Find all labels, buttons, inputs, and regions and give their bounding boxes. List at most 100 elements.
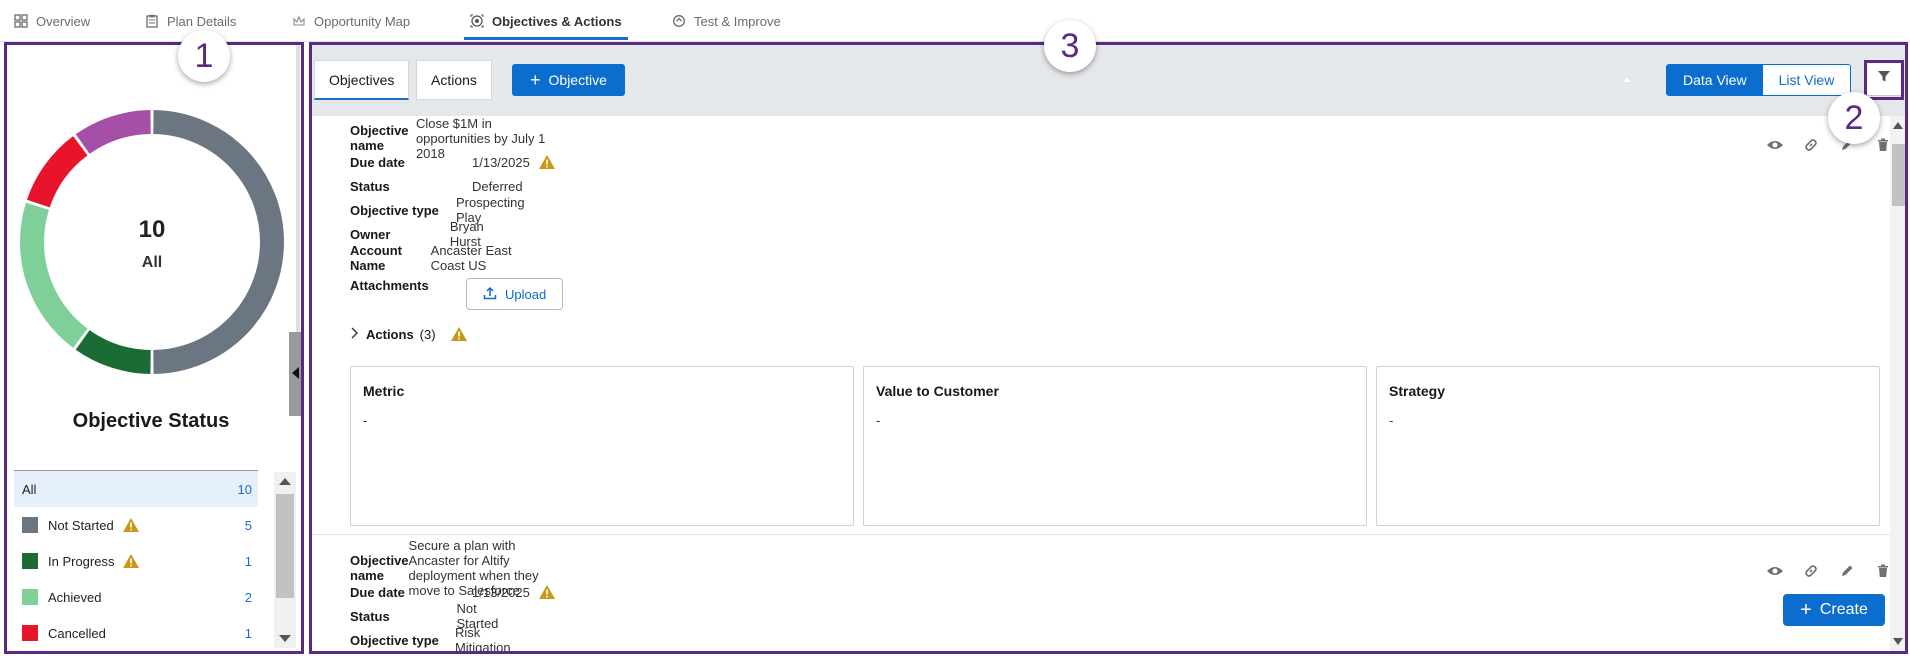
top-tab-bar: Overview Plan Details Opportunity Map Ob… — [0, 0, 1910, 42]
filter-button[interactable] — [1866, 60, 1902, 96]
tab-opportunity-map[interactable]: Opportunity Map — [292, 0, 410, 42]
tab-objectives-actions[interactable]: Objectives & Actions — [464, 0, 628, 42]
subtab-objectives[interactable]: Objectives — [314, 60, 410, 100]
scrollbar-thumb[interactable] — [1892, 144, 1906, 206]
scroll-down-icon[interactable] — [279, 635, 291, 642]
status-list: All 10 Not Started 5 In Progress 1 Achie… — [14, 470, 258, 651]
tab-opportunity-map-label: Opportunity Map — [314, 13, 411, 29]
warning-icon — [122, 553, 140, 569]
strategy-card: Strategy - — [1376, 366, 1880, 526]
callout-badge: 3 — [1044, 20, 1096, 72]
data-view-button[interactable]: Data View — [1667, 65, 1763, 95]
scroll-down-icon[interactable] — [1893, 638, 1903, 645]
scrollbar-thumb[interactable] — [276, 494, 294, 598]
card-title: Value to Customer — [876, 383, 999, 399]
status-row-achieved[interactable]: Achieved 2 — [14, 579, 258, 615]
tab-test-improve[interactable]: Test & Improve — [672, 0, 781, 42]
view-icon[interactable] — [1766, 562, 1784, 580]
field-label: Objective name — [350, 123, 409, 153]
callout-badge: 1 — [178, 30, 230, 82]
field-objective-type: Objective type Risk Mitigation — [350, 625, 528, 651]
field-value: 1/13/2025 — [472, 584, 530, 600]
actions-expander[interactable]: Actions (3) — [350, 326, 468, 342]
status-count: 10 — [237, 481, 252, 497]
status-row-all[interactable]: All 10 — [14, 471, 258, 507]
filter-icon — [1877, 69, 1891, 88]
donut-total-label: All — [141, 254, 163, 271]
create-button[interactable]: + Create — [1783, 594, 1885, 626]
field-value: Risk Mitigation — [454, 625, 511, 651]
add-objective-button[interactable]: + Objective — [512, 64, 625, 96]
field-value: Deferred — [472, 178, 523, 194]
status-count: 2 — [244, 589, 252, 605]
view-icon[interactable] — [1766, 136, 1784, 154]
field-label: Account Name — [350, 243, 402, 273]
status-row-in-progress[interactable]: In Progress 1 — [14, 543, 258, 579]
objectives-main-panel: Objectives Actions + Objective Data View… — [312, 44, 1908, 651]
caret-up-icon — [1623, 78, 1631, 82]
delete-icon[interactable] — [1874, 562, 1890, 580]
field-value: 1/13/2025 — [472, 154, 530, 170]
color-swatch — [22, 517, 38, 533]
upload-button[interactable]: Upload — [466, 278, 564, 310]
field-due-date: Due date 1/13/2025 — [350, 580, 556, 604]
field-attachments: Attachments Upload — [350, 276, 564, 312]
list-view-button[interactable]: List View — [1762, 65, 1851, 95]
field-label: Status — [350, 608, 390, 624]
status-count: 1 — [244, 553, 252, 569]
field-objective-type: Objective type Prospecting Play — [350, 195, 541, 225]
field-account-name: Account Name Ancaster East Coast US — [350, 243, 523, 273]
upload-icon — [483, 286, 497, 303]
actions-label: Actions — [366, 326, 414, 342]
warning-icon — [450, 326, 468, 342]
field-value: Ancaster East Coast US — [430, 243, 512, 273]
field-label: Due date — [350, 154, 405, 170]
target-icon — [470, 14, 484, 28]
panel-divider — [296, 44, 300, 334]
link-icon[interactable] — [1802, 136, 1820, 154]
scroll-up-icon[interactable] — [279, 478, 291, 485]
donut-segment-deferred[interactable] — [75, 110, 152, 155]
tab-overview[interactable]: Overview — [14, 0, 90, 42]
tab-overview-label: Overview — [36, 13, 91, 29]
subtab-actions[interactable]: Actions — [416, 60, 492, 100]
link-icon[interactable] — [1802, 562, 1820, 580]
warning-icon — [538, 584, 556, 600]
status-row-not-started[interactable]: Not Started 5 — [14, 507, 258, 543]
objective-status-panel: 10 All Objective Status All 10 Not Start… — [6, 44, 300, 651]
edit-icon[interactable] — [1838, 562, 1856, 580]
card-title: Strategy — [1389, 383, 1446, 399]
metric-card: Metric - — [350, 366, 854, 526]
status-label: In Progress — [48, 553, 115, 569]
status-list-scrollbar[interactable] — [274, 472, 296, 648]
status-donut-chart: 10 All — [14, 104, 290, 380]
callout-badge: 2 — [1828, 92, 1880, 144]
status-row-cancelled[interactable]: Cancelled 1 — [14, 615, 258, 651]
objectives-toolbar: Objectives Actions + Objective Data View… — [312, 44, 1908, 116]
field-objective-name: Objective name Secure a plan with Ancast… — [350, 538, 539, 598]
clipboard-icon — [145, 14, 159, 28]
color-swatch — [22, 625, 38, 641]
field-label: Due date — [350, 584, 405, 600]
tab-plan-details-label: Plan Details — [167, 13, 237, 29]
status-count: 5 — [244, 517, 252, 533]
donut-segment-cancelled[interactable] — [26, 136, 88, 208]
field-objective-name: Objective name Close $1M in opportunitie… — [350, 116, 546, 161]
refresh-icon — [672, 14, 686, 28]
grid-icon — [14, 14, 28, 28]
donut-segment-in-progress[interactable] — [75, 329, 152, 374]
color-swatch — [22, 589, 38, 605]
field-due-date: Due date 1/13/2025 — [350, 150, 556, 174]
main-scrollbar[interactable] — [1890, 116, 1908, 651]
collapse-panel-handle[interactable] — [289, 332, 303, 416]
field-value-wrap: 1/13/2025 — [472, 584, 556, 600]
field-label: Objective type — [350, 202, 439, 218]
delete-icon[interactable] — [1874, 136, 1890, 154]
scroll-up-icon[interactable] — [1893, 122, 1903, 129]
actions-count: (3) — [419, 326, 436, 342]
warning-icon — [538, 154, 556, 170]
card-title: Metric — [363, 383, 405, 399]
field-label: Objective name — [350, 553, 409, 583]
subtab-actions-label: Actions — [431, 72, 477, 88]
crown-icon — [292, 14, 306, 28]
